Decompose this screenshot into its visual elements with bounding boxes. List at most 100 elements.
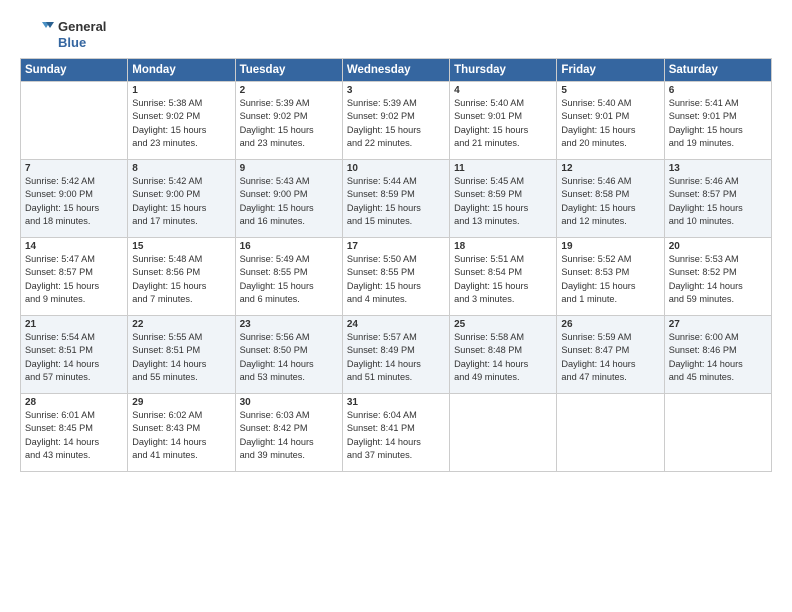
calendar-cell bbox=[557, 394, 664, 472]
calendar-cell: 15Sunrise: 5:48 AM Sunset: 8:56 PM Dayli… bbox=[128, 238, 235, 316]
day-info: Sunrise: 5:42 AM Sunset: 9:00 PM Dayligh… bbox=[132, 175, 230, 228]
day-number: 24 bbox=[347, 319, 445, 330]
day-info: Sunrise: 5:48 AM Sunset: 8:56 PM Dayligh… bbox=[132, 253, 230, 306]
day-number: 26 bbox=[561, 319, 659, 330]
logo-blue: Blue bbox=[58, 35, 106, 51]
day-number: 2 bbox=[240, 85, 338, 96]
day-info: Sunrise: 5:50 AM Sunset: 8:55 PM Dayligh… bbox=[347, 253, 445, 306]
day-info: Sunrise: 5:38 AM Sunset: 9:02 PM Dayligh… bbox=[132, 97, 230, 150]
logo: General Blue bbox=[20, 18, 106, 52]
calendar-table: SundayMondayTuesdayWednesdayThursdayFrid… bbox=[20, 58, 772, 472]
calendar-cell: 30Sunrise: 6:03 AM Sunset: 8:42 PM Dayli… bbox=[235, 394, 342, 472]
day-number: 29 bbox=[132, 397, 230, 408]
day-info: Sunrise: 6:01 AM Sunset: 8:45 PM Dayligh… bbox=[25, 409, 123, 462]
calendar-cell: 7Sunrise: 5:42 AM Sunset: 9:00 PM Daylig… bbox=[21, 160, 128, 238]
calendar-cell: 1Sunrise: 5:38 AM Sunset: 9:02 PM Daylig… bbox=[128, 82, 235, 160]
calendar-cell: 16Sunrise: 5:49 AM Sunset: 8:55 PM Dayli… bbox=[235, 238, 342, 316]
day-number: 9 bbox=[240, 163, 338, 174]
weekday-header-wednesday: Wednesday bbox=[342, 59, 449, 82]
calendar-cell: 27Sunrise: 6:00 AM Sunset: 8:46 PM Dayli… bbox=[664, 316, 771, 394]
calendar-week-row: 1Sunrise: 5:38 AM Sunset: 9:02 PM Daylig… bbox=[21, 82, 772, 160]
day-info: Sunrise: 5:41 AM Sunset: 9:01 PM Dayligh… bbox=[669, 97, 767, 150]
logo-general: General bbox=[58, 19, 106, 35]
weekday-header-saturday: Saturday bbox=[664, 59, 771, 82]
day-number: 10 bbox=[347, 163, 445, 174]
day-number: 6 bbox=[669, 85, 767, 96]
day-info: Sunrise: 5:52 AM Sunset: 8:53 PM Dayligh… bbox=[561, 253, 659, 306]
calendar-cell: 11Sunrise: 5:45 AM Sunset: 8:59 PM Dayli… bbox=[450, 160, 557, 238]
day-number: 11 bbox=[454, 163, 552, 174]
day-info: Sunrise: 5:54 AM Sunset: 8:51 PM Dayligh… bbox=[25, 331, 123, 384]
weekday-header-tuesday: Tuesday bbox=[235, 59, 342, 82]
calendar-cell: 4Sunrise: 5:40 AM Sunset: 9:01 PM Daylig… bbox=[450, 82, 557, 160]
calendar-cell: 5Sunrise: 5:40 AM Sunset: 9:01 PM Daylig… bbox=[557, 82, 664, 160]
calendar-cell: 25Sunrise: 5:58 AM Sunset: 8:48 PM Dayli… bbox=[450, 316, 557, 394]
day-number: 17 bbox=[347, 241, 445, 252]
day-number: 25 bbox=[454, 319, 552, 330]
day-info: Sunrise: 5:39 AM Sunset: 9:02 PM Dayligh… bbox=[347, 97, 445, 150]
day-number: 8 bbox=[132, 163, 230, 174]
day-info: Sunrise: 5:49 AM Sunset: 8:55 PM Dayligh… bbox=[240, 253, 338, 306]
calendar-week-row: 28Sunrise: 6:01 AM Sunset: 8:45 PM Dayli… bbox=[21, 394, 772, 472]
day-number: 14 bbox=[25, 241, 123, 252]
calendar-cell bbox=[21, 82, 128, 160]
calendar-cell: 31Sunrise: 6:04 AM Sunset: 8:41 PM Dayli… bbox=[342, 394, 449, 472]
day-info: Sunrise: 5:53 AM Sunset: 8:52 PM Dayligh… bbox=[669, 253, 767, 306]
calendar-cell: 22Sunrise: 5:55 AM Sunset: 8:51 PM Dayli… bbox=[128, 316, 235, 394]
calendar-cell: 2Sunrise: 5:39 AM Sunset: 9:02 PM Daylig… bbox=[235, 82, 342, 160]
day-info: Sunrise: 6:00 AM Sunset: 8:46 PM Dayligh… bbox=[669, 331, 767, 384]
weekday-header-friday: Friday bbox=[557, 59, 664, 82]
calendar-cell: 24Sunrise: 5:57 AM Sunset: 8:49 PM Dayli… bbox=[342, 316, 449, 394]
day-info: Sunrise: 5:45 AM Sunset: 8:59 PM Dayligh… bbox=[454, 175, 552, 228]
calendar-cell: 8Sunrise: 5:42 AM Sunset: 9:00 PM Daylig… bbox=[128, 160, 235, 238]
calendar-cell: 29Sunrise: 6:02 AM Sunset: 8:43 PM Dayli… bbox=[128, 394, 235, 472]
day-number: 1 bbox=[132, 85, 230, 96]
day-info: Sunrise: 5:55 AM Sunset: 8:51 PM Dayligh… bbox=[132, 331, 230, 384]
day-info: Sunrise: 5:40 AM Sunset: 9:01 PM Dayligh… bbox=[561, 97, 659, 150]
calendar-cell: 9Sunrise: 5:43 AM Sunset: 9:00 PM Daylig… bbox=[235, 160, 342, 238]
day-number: 5 bbox=[561, 85, 659, 96]
day-number: 12 bbox=[561, 163, 659, 174]
calendar-cell: 6Sunrise: 5:41 AM Sunset: 9:01 PM Daylig… bbox=[664, 82, 771, 160]
day-info: Sunrise: 5:40 AM Sunset: 9:01 PM Dayligh… bbox=[454, 97, 552, 150]
day-info: Sunrise: 5:59 AM Sunset: 8:47 PM Dayligh… bbox=[561, 331, 659, 384]
calendar-cell bbox=[450, 394, 557, 472]
day-info: Sunrise: 5:56 AM Sunset: 8:50 PM Dayligh… bbox=[240, 331, 338, 384]
day-info: Sunrise: 5:47 AM Sunset: 8:57 PM Dayligh… bbox=[25, 253, 123, 306]
day-number: 30 bbox=[240, 397, 338, 408]
day-info: Sunrise: 5:46 AM Sunset: 8:57 PM Dayligh… bbox=[669, 175, 767, 228]
day-number: 19 bbox=[561, 241, 659, 252]
day-number: 4 bbox=[454, 85, 552, 96]
day-info: Sunrise: 5:57 AM Sunset: 8:49 PM Dayligh… bbox=[347, 331, 445, 384]
day-number: 27 bbox=[669, 319, 767, 330]
calendar-cell: 3Sunrise: 5:39 AM Sunset: 9:02 PM Daylig… bbox=[342, 82, 449, 160]
calendar-cell: 28Sunrise: 6:01 AM Sunset: 8:45 PM Dayli… bbox=[21, 394, 128, 472]
day-number: 21 bbox=[25, 319, 123, 330]
day-number: 28 bbox=[25, 397, 123, 408]
calendar-cell: 21Sunrise: 5:54 AM Sunset: 8:51 PM Dayli… bbox=[21, 316, 128, 394]
weekday-header-monday: Monday bbox=[128, 59, 235, 82]
day-number: 16 bbox=[240, 241, 338, 252]
calendar-cell bbox=[664, 394, 771, 472]
calendar-cell: 17Sunrise: 5:50 AM Sunset: 8:55 PM Dayli… bbox=[342, 238, 449, 316]
day-info: Sunrise: 5:58 AM Sunset: 8:48 PM Dayligh… bbox=[454, 331, 552, 384]
calendar-cell: 20Sunrise: 5:53 AM Sunset: 8:52 PM Dayli… bbox=[664, 238, 771, 316]
day-info: Sunrise: 6:04 AM Sunset: 8:41 PM Dayligh… bbox=[347, 409, 445, 462]
day-info: Sunrise: 5:43 AM Sunset: 9:00 PM Dayligh… bbox=[240, 175, 338, 228]
calendar-week-row: 7Sunrise: 5:42 AM Sunset: 9:00 PM Daylig… bbox=[21, 160, 772, 238]
weekday-header-sunday: Sunday bbox=[21, 59, 128, 82]
day-info: Sunrise: 5:51 AM Sunset: 8:54 PM Dayligh… bbox=[454, 253, 552, 306]
calendar-header-row: SundayMondayTuesdayWednesdayThursdayFrid… bbox=[21, 59, 772, 82]
day-info: Sunrise: 6:03 AM Sunset: 8:42 PM Dayligh… bbox=[240, 409, 338, 462]
day-info: Sunrise: 5:46 AM Sunset: 8:58 PM Dayligh… bbox=[561, 175, 659, 228]
calendar-cell: 12Sunrise: 5:46 AM Sunset: 8:58 PM Dayli… bbox=[557, 160, 664, 238]
day-number: 22 bbox=[132, 319, 230, 330]
calendar-cell: 23Sunrise: 5:56 AM Sunset: 8:50 PM Dayli… bbox=[235, 316, 342, 394]
calendar-week-row: 21Sunrise: 5:54 AM Sunset: 8:51 PM Dayli… bbox=[21, 316, 772, 394]
day-info: Sunrise: 5:39 AM Sunset: 9:02 PM Dayligh… bbox=[240, 97, 338, 150]
day-info: Sunrise: 5:42 AM Sunset: 9:00 PM Dayligh… bbox=[25, 175, 123, 228]
day-number: 23 bbox=[240, 319, 338, 330]
calendar-cell: 19Sunrise: 5:52 AM Sunset: 8:53 PM Dayli… bbox=[557, 238, 664, 316]
day-info: Sunrise: 6:02 AM Sunset: 8:43 PM Dayligh… bbox=[132, 409, 230, 462]
day-number: 7 bbox=[25, 163, 123, 174]
